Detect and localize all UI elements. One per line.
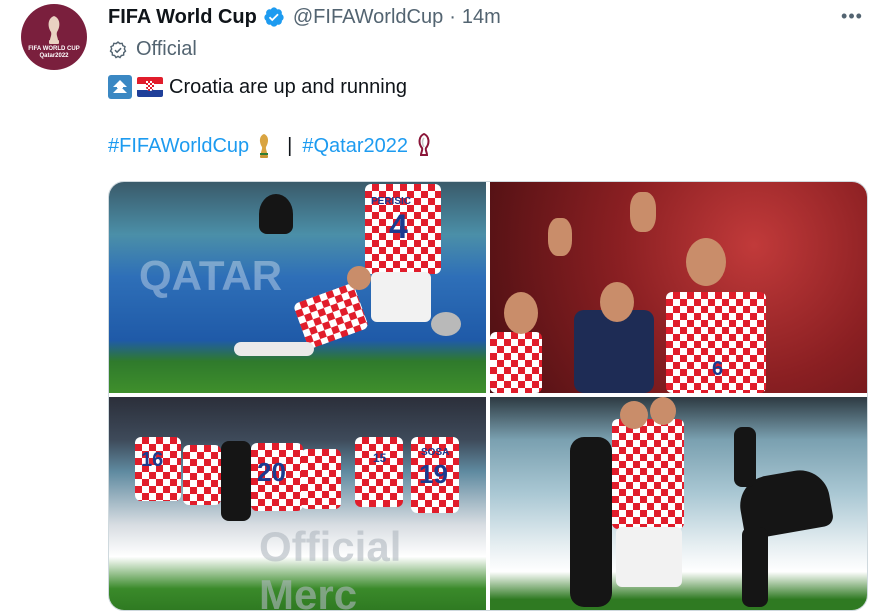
player-shorts — [371, 272, 431, 322]
photographer-figure — [259, 194, 293, 234]
photo-croatia-team-celebrating[interactable]: Official Merc 16 20 15 SOSA 19 — [109, 397, 486, 610]
user-handle[interactable]: @FIFAWorldCup — [293, 6, 443, 29]
opponent-legs — [742, 527, 768, 607]
raised-hand — [630, 192, 656, 232]
avatar-caption: FIFA WORLD CUP Qatar2022 — [28, 46, 80, 59]
teammate-jersey — [490, 332, 542, 393]
qatar-2022-emblem-icon — [416, 133, 432, 159]
timestamp[interactable]: 14m — [462, 6, 501, 29]
jersey-number-label: 4 — [389, 208, 408, 246]
hashtag-fifaworldcup[interactable]: #FIFAWorldCup — [108, 135, 249, 158]
fifa-world-cup-logo: FIFA WORLD CUP Qatar2022 — [21, 4, 87, 70]
hashtag-separator: | — [287, 134, 293, 157]
jersey-number-label: 20 — [257, 457, 286, 487]
player-legs — [234, 342, 314, 356]
more-options-icon[interactable]: ••• — [840, 6, 864, 26]
media-grid: QATAR PERISIC 4 6 Official Merc 16 20 15 — [108, 181, 868, 611]
jersey-number-label: 16 — [141, 449, 164, 471]
player-head — [620, 401, 648, 429]
jersey-name-label: PERISIC — [371, 196, 412, 207]
teammate-head-left — [504, 292, 538, 334]
raised-hand-left — [548, 218, 572, 256]
opponent-figure — [221, 441, 251, 521]
hashtag-qatar2022[interactable]: #Qatar2022 — [302, 135, 408, 158]
tweet-header: FIFA World Cup @FIFAWorldCup · 14m — [108, 4, 871, 30]
teammate-jacket — [574, 310, 654, 393]
teammate-head — [600, 282, 634, 322]
kneeling-player-jersey — [292, 282, 370, 350]
photo-croatia-players-embrace[interactable] — [490, 397, 867, 610]
jersey-number-label: 19 — [419, 459, 448, 489]
official-label: Official — [108, 38, 197, 61]
player-head — [686, 238, 726, 286]
photo-lovren-waving[interactable]: 6 — [490, 182, 867, 393]
staff-figure — [734, 427, 756, 487]
player-jersey — [183, 445, 221, 505]
display-name[interactable]: FIFA World Cup — [108, 6, 257, 29]
jersey-name-label: SOSA — [421, 447, 450, 458]
tweet-body-text: Croatia are up and running — [169, 75, 407, 98]
jersey-number-label: 15 — [373, 451, 387, 465]
official-text: Official — [136, 38, 197, 60]
advertising-board: Official Merc — [259, 523, 402, 610]
separator-dot: · — [449, 5, 456, 28]
avatar[interactable]: FIFA WORLD CUP Qatar2022 — [19, 2, 89, 72]
world-cup-trophy-icon — [257, 133, 271, 159]
up-arrow-emoji-icon — [108, 75, 132, 99]
trophy-icon — [48, 16, 60, 44]
player-head — [347, 266, 371, 290]
croatia-flag-icon — [137, 77, 163, 97]
tweet-text: Croatia are up and running — [108, 75, 407, 99]
official-badge-icon — [109, 40, 127, 58]
hashtag-line: #FIFAWorldCup | #Qatar2022 — [108, 133, 438, 159]
player-jersey — [301, 449, 341, 509]
stadium-board: QATAR — [139, 252, 283, 299]
player-jersey — [355, 437, 403, 507]
player-shorts — [616, 527, 682, 587]
jersey-number-label: 6 — [712, 358, 724, 380]
microphone-icon — [431, 312, 461, 336]
photo-perisic-celebration[interactable]: QATAR PERISIC 4 — [109, 182, 486, 393]
verified-badge-icon — [263, 6, 285, 28]
player-head — [650, 397, 676, 425]
embracing-players-jerseys — [612, 419, 684, 529]
opponent-figure — [570, 437, 612, 607]
